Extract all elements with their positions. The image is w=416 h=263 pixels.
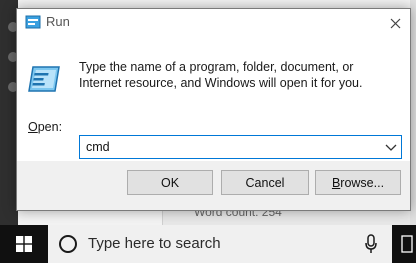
open-input[interactable]: cmd xyxy=(86,140,110,154)
open-combobox[interactable]: cmd xyxy=(79,135,402,159)
start-button[interactable] xyxy=(0,225,48,263)
open-label-text: pen: xyxy=(37,120,63,134)
taskbar-search-box[interactable]: Type here to search xyxy=(48,225,392,263)
cancel-button[interactable]: Cancel xyxy=(221,170,309,195)
close-icon xyxy=(390,18,400,28)
dialog-content: Type the name of a program, folder, docu… xyxy=(17,37,410,161)
windows-start-icon xyxy=(16,236,32,252)
run-program-icon xyxy=(28,66,60,92)
browse-mnemonic: B xyxy=(331,175,341,190)
window-title: Run xyxy=(46,14,70,29)
dropdown-arrow-icon[interactable] xyxy=(385,142,397,152)
run-dialog: Run Type the name of a program, folder, … xyxy=(16,8,411,211)
microphone-icon[interactable] xyxy=(364,234,378,254)
task-view-icon[interactable] xyxy=(400,233,414,255)
dialog-description: Type the name of a program, folder, docu… xyxy=(79,60,363,90)
title-bar: Run xyxy=(17,9,410,37)
ok-button[interactable]: OK xyxy=(127,170,213,195)
open-label: Open: xyxy=(28,120,62,134)
run-app-icon xyxy=(25,15,41,29)
search-icon xyxy=(59,235,77,253)
taskbar: Type here to search xyxy=(0,225,416,263)
search-placeholder: Type here to search xyxy=(88,235,221,252)
browse-button-label: rowse... xyxy=(340,175,385,190)
close-button[interactable] xyxy=(380,9,410,37)
browse-button[interactable]: Browse... xyxy=(315,170,401,195)
ok-button-label: OK xyxy=(160,175,180,190)
cancel-button-label: Cancel xyxy=(245,175,285,190)
open-label-mnemonic: O xyxy=(28,120,38,134)
